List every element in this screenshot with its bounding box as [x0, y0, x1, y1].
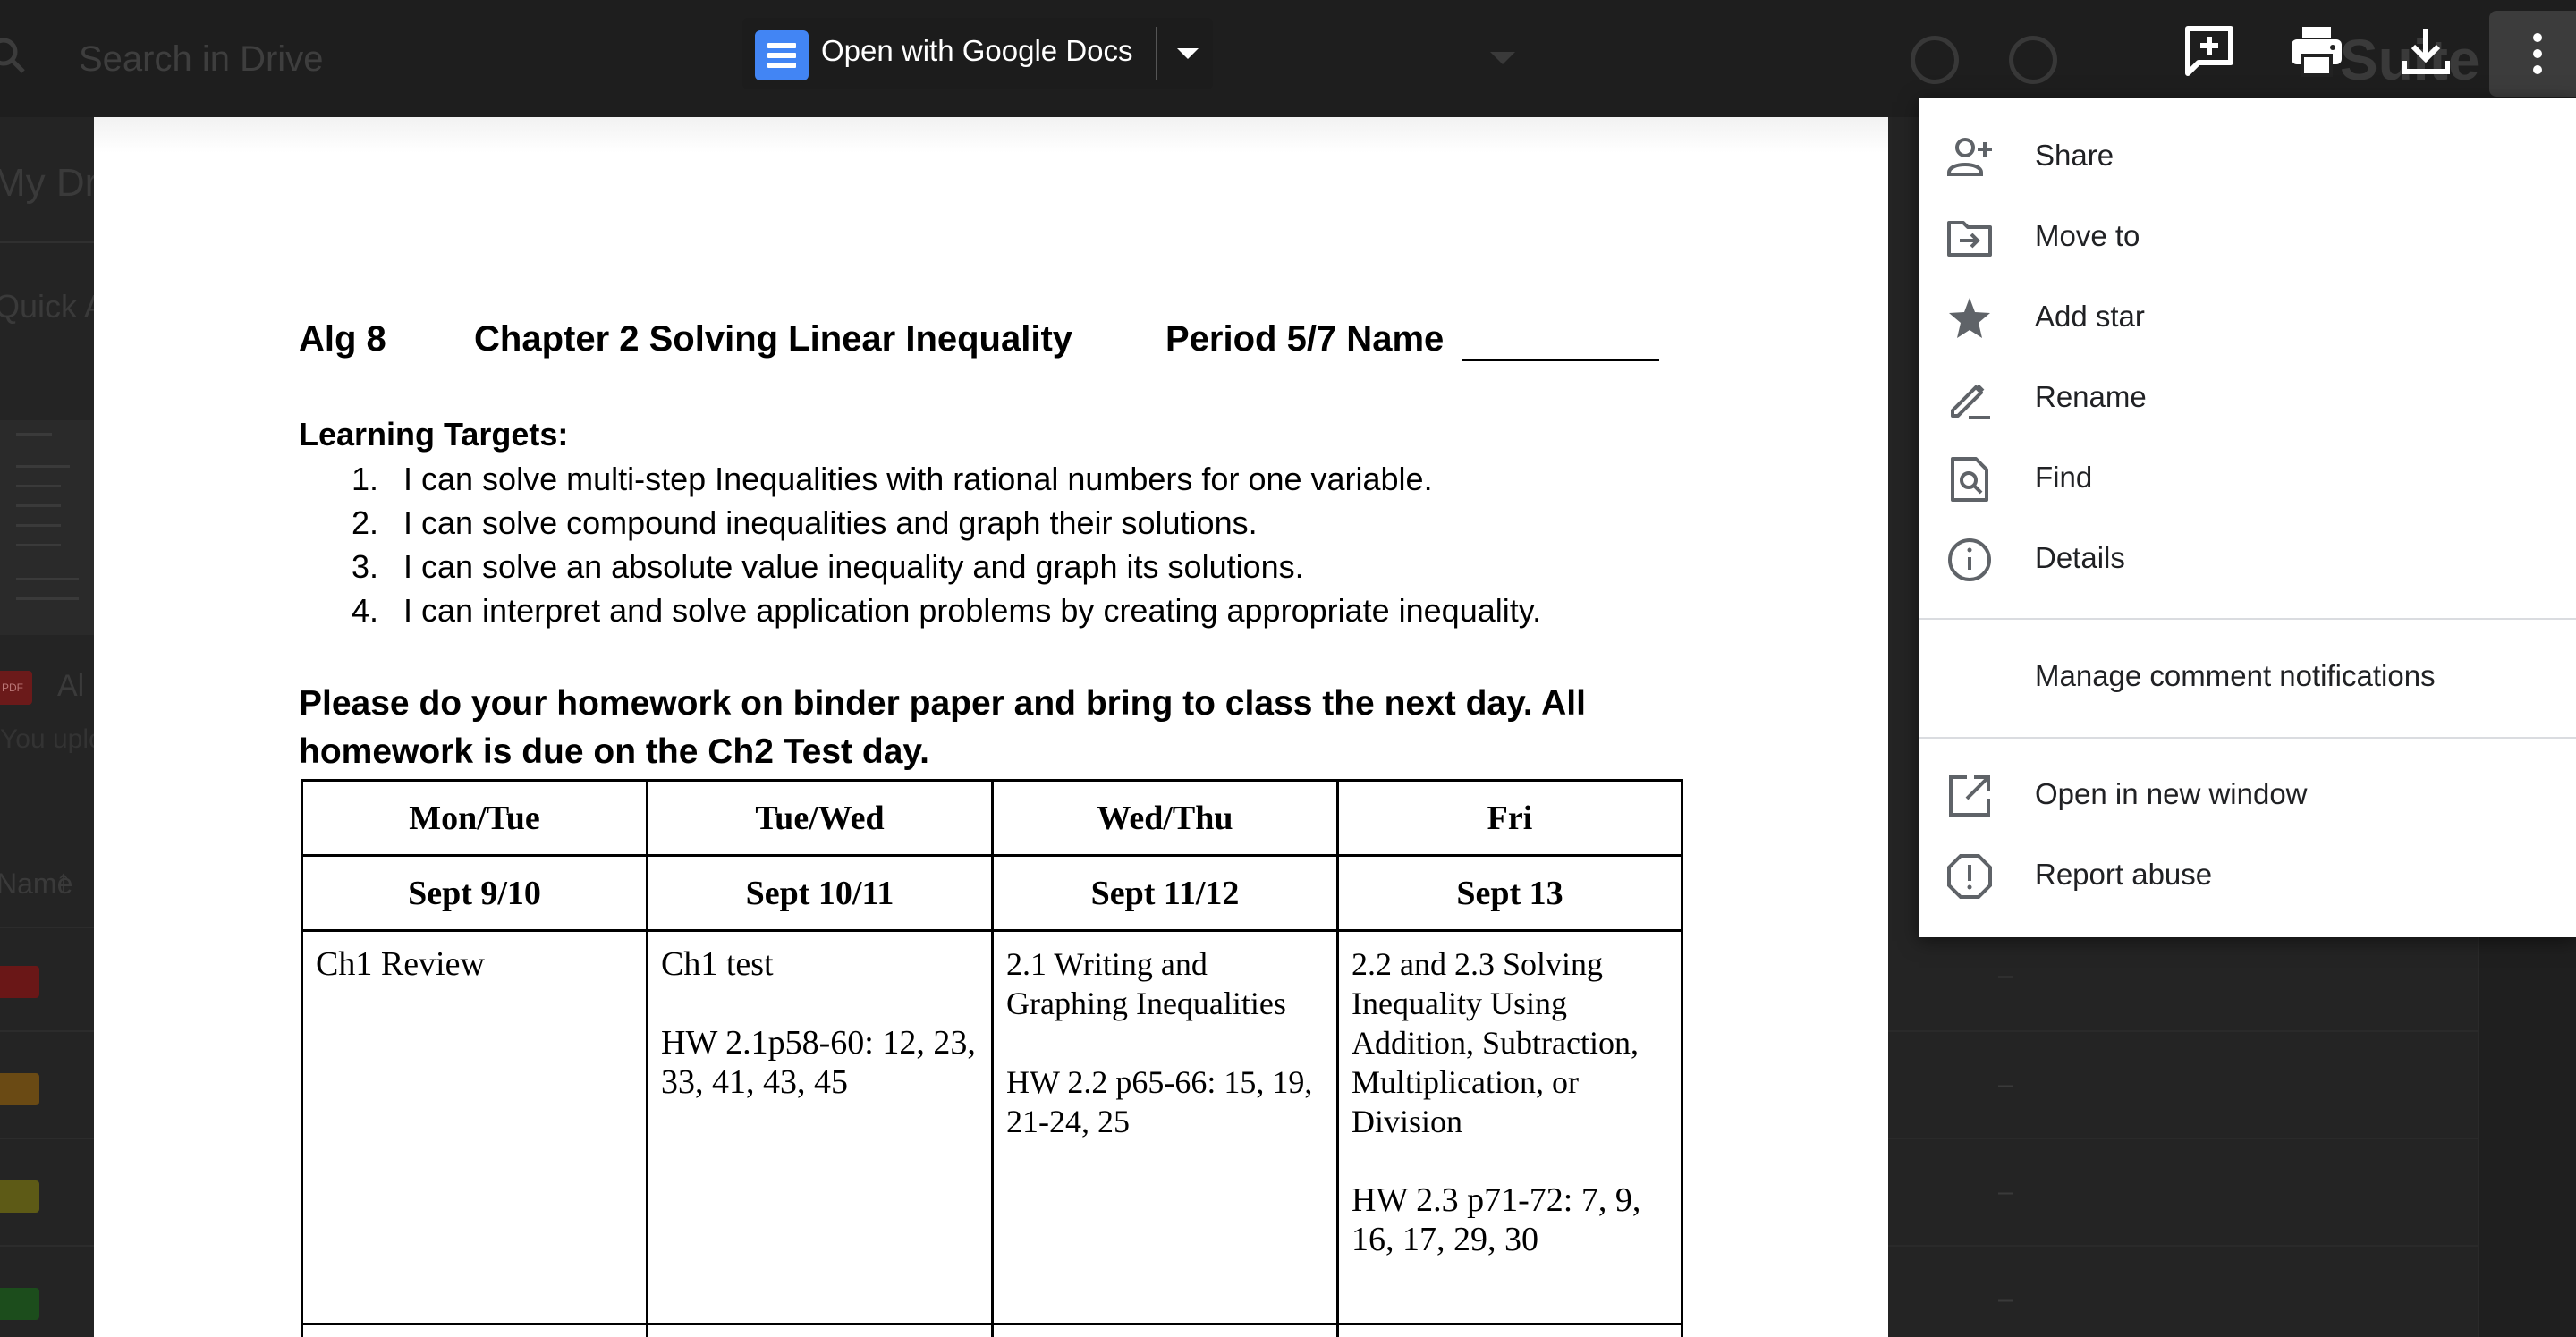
- drive-search-placeholder: Search in Drive: [79, 39, 324, 79]
- more-actions-button[interactable]: [2489, 11, 2576, 97]
- table-cell: Ch1 Review: [301, 929, 648, 1325]
- table-cell: 2.2 and 2.3 Solving Inequality Using Add…: [1336, 929, 1683, 1325]
- menu-item-details[interactable]: Details: [1919, 520, 2576, 597]
- date-header: Sept 11/12: [991, 854, 1339, 932]
- menu-item-manage-comment-notifications[interactable]: Manage comment notifications: [1919, 638, 2576, 715]
- move-to-folder-icon: [1947, 221, 1992, 257]
- open-with-google-docs-button[interactable]: Open with Google Docs: [742, 18, 1213, 89]
- cell-homework: HW 2.2 p65-66: 15, 19, 21-24, 25: [1006, 1064, 1313, 1139]
- menu-item-share[interactable]: Share: [1919, 117, 2576, 194]
- help-icon: [1911, 36, 1959, 84]
- date-header: Sept 13: [1336, 854, 1683, 932]
- divider: [1156, 27, 1157, 80]
- chevron-down-icon[interactable]: [1168, 34, 1208, 73]
- homework-schedule-table: Mon/Tue Tue/Wed Wed/Thu Fri Sept 9/10 Se…: [301, 779, 1683, 1337]
- cell-topic: Ch1 Review: [316, 945, 485, 983]
- menu-item-report-abuse[interactable]: Report abuse: [1919, 836, 2576, 913]
- table-cell: 2.1 Writing and Graphing Inequalities HW…: [991, 929, 1339, 1325]
- more-actions-menu: Share Move to Add star Rename Find Detai…: [1919, 98, 2576, 937]
- print-icon[interactable]: [2288, 23, 2345, 80]
- cell-topic: 2.1 Writing and Graphing Inequalities: [1006, 946, 1286, 1021]
- table-row: [301, 1323, 1683, 1337]
- homework-note-line: Please do your homework on binder paper …: [299, 684, 1586, 723]
- day-header: Mon/Tue: [301, 779, 648, 857]
- search-options-icon: [1490, 52, 1515, 64]
- table-header-row: Mon/Tue Tue/Wed Wed/Thu Fri: [301, 779, 1683, 857]
- menu-item-label: Rename: [2035, 380, 2147, 413]
- info-icon: [1948, 538, 1991, 581]
- name-blank-line: [1462, 359, 1659, 361]
- menu-divider: [1919, 618, 2576, 620]
- menu-item-label: Share: [2035, 139, 2114, 172]
- menu-item-label: Find: [2035, 461, 2093, 494]
- download-icon[interactable]: [2397, 23, 2454, 80]
- folder-icon: [0, 1180, 39, 1213]
- menu-item-label: Manage comment notifications: [2035, 659, 2436, 692]
- date-header: Sept 10/11: [646, 854, 994, 932]
- menu-item-move-to[interactable]: Move to: [1919, 198, 2576, 275]
- report-icon: [1947, 854, 1992, 899]
- menu-item-label: Move to: [2035, 219, 2140, 252]
- file-thumbnail: [0, 420, 94, 635]
- find-in-page-icon: [1951, 457, 1988, 502]
- pencil-icon: [1951, 384, 1990, 419]
- add-comment-icon[interactable]: [2181, 23, 2238, 80]
- divider: [0, 241, 94, 243]
- cell-homework: HW 2.1p58-60: 12, 23, 33, 41, 43, 45: [661, 1024, 976, 1101]
- table-row: Ch1 Review Ch1 test HW 2.1p58-60: 12, 23…: [301, 929, 1683, 1325]
- menu-item-label: Report abuse: [2035, 858, 2213, 891]
- menu-item-open-in-new-window[interactable]: Open in new window: [1919, 756, 2576, 833]
- menu-item-label: Open in new window: [2035, 777, 2308, 810]
- menu-item-rename[interactable]: Rename: [1919, 359, 2576, 436]
- homework-note-line: homework is due on the Ch2 Test day.: [299, 732, 930, 771]
- folder-icon: [0, 1288, 39, 1320]
- document-page: Alg 8 Chapter 2 Solving Linear Inequalit…: [94, 117, 1888, 1337]
- date-header: Sept 9/10: [301, 854, 648, 932]
- course-label: Alg 8: [299, 319, 386, 359]
- learning-targets-title: Learning Targets:: [299, 416, 569, 453]
- table-date-row: Sept 9/10 Sept 10/11 Sept 11/12 Sept 13: [301, 854, 1683, 932]
- cell-homework: HW 2.3 p71-72: 7, 9, 16, 17, 29, 30: [1352, 1181, 1641, 1258]
- table-cell: Ch1 test HW 2.1p58-60: 12, 23, 33, 41, 4…: [646, 929, 994, 1325]
- open-with-label: Open with Google Docs: [821, 34, 1133, 67]
- google-docs-icon: [755, 30, 809, 80]
- menu-item-find[interactable]: Find: [1919, 439, 2576, 516]
- day-header: Wed/Thu: [991, 779, 1339, 857]
- open-in-new-icon: [1949, 775, 1990, 817]
- menu-item-label: Details: [2035, 541, 2125, 574]
- star-icon: [1949, 298, 1990, 338]
- pdf-icon: PDF: [0, 671, 32, 705]
- folder-icon: [0, 1073, 39, 1105]
- file-name-partial: Al: [57, 669, 85, 703]
- person-add-icon: [1947, 138, 1992, 176]
- settings-icon: [2009, 36, 2057, 84]
- cell-topic: 2.2 and 2.3 Solving Inequality Using Add…: [1352, 946, 1639, 1139]
- sort-arrow-icon: ↑: [55, 862, 72, 899]
- menu-divider: [1919, 737, 2576, 739]
- folder-icon: [0, 966, 39, 998]
- day-header: Fri: [1336, 779, 1683, 857]
- chapter-title: Chapter 2 Solving Linear Inequality: [474, 319, 1073, 359]
- cell-topic: Ch1 test: [661, 945, 774, 983]
- menu-item-label: Add star: [2035, 300, 2145, 333]
- menu-item-add-star[interactable]: Add star: [1919, 278, 2576, 355]
- search-icon: [0, 38, 25, 73]
- more-vert-icon: [2533, 33, 2542, 74]
- day-header: Tue/Wed: [646, 779, 994, 857]
- period-name-label: Period 5/7 Name: [1165, 319, 1445, 359]
